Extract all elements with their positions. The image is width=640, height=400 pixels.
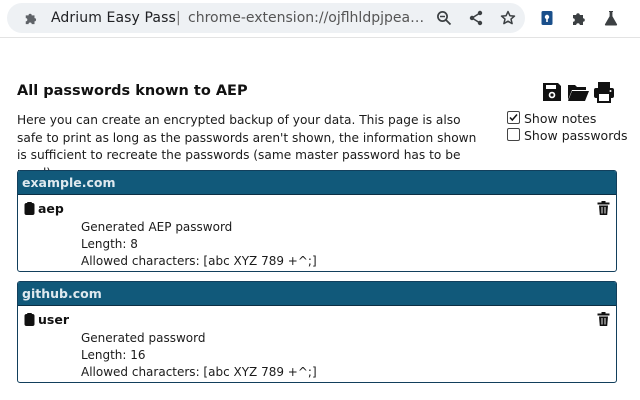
password-length: Length: 8	[81, 237, 138, 251]
flask-icon[interactable]	[603, 10, 619, 26]
print-icon[interactable]	[593, 81, 615, 103]
extension-name: Adrium Easy Pass	[51, 10, 176, 26]
browser-toolbar: Adrium Easy Pass | chrome-extension://oj…	[0, 0, 640, 38]
site-group-github: github.com user Generated password Lengt…	[17, 281, 617, 383]
url-text[interactable]: chrome-extension://ojflhldpjpeaggfoo…	[188, 10, 432, 26]
allowed-characters: Allowed characters: [abc XYZ 789 +^;]	[81, 365, 317, 379]
password-length: Length: 16	[81, 348, 146, 362]
password-details: Generated AEP password Length: 8 Allowed…	[81, 219, 317, 270]
site-group-example: example.com aep Generated AEP password L…	[17, 170, 617, 272]
show-passwords-checkbox[interactable]	[507, 128, 520, 141]
site-header[interactable]: github.com	[18, 282, 616, 305]
url-separator: |	[176, 10, 181, 26]
show-passwords-label: Show passwords	[524, 128, 628, 143]
checkmark-icon	[509, 114, 518, 122]
allowed-characters: Allowed characters: [abc XYZ 789 +^;]	[81, 254, 317, 268]
show-notes-option[interactable]: Show notes	[507, 111, 596, 126]
zoom-icon[interactable]	[436, 10, 452, 26]
delete-icon[interactable]	[597, 312, 610, 326]
user-name: user	[38, 312, 69, 327]
aep-extension-icon[interactable]	[539, 10, 555, 26]
share-icon[interactable]	[468, 10, 484, 26]
show-notes-label: Show notes	[524, 111, 597, 126]
site-entry: user Generated password Length: 16 Allow…	[18, 305, 616, 382]
bookmark-star-icon[interactable]	[500, 10, 516, 26]
user-entry[interactable]: aep	[24, 201, 64, 216]
show-notes-checkbox[interactable]	[507, 111, 520, 124]
save-icon[interactable]	[541, 81, 563, 103]
password-icon	[24, 313, 35, 326]
delete-icon[interactable]	[597, 201, 610, 215]
page-title: All passwords known to AEP	[17, 83, 248, 99]
password-details: Generated password Length: 16 Allowed ch…	[81, 330, 317, 381]
show-passwords-option[interactable]: Show passwords	[507, 128, 628, 143]
site-header[interactable]: example.com	[18, 171, 616, 194]
open-folder-icon[interactable]	[567, 81, 589, 103]
password-type: Generated AEP password	[81, 220, 233, 234]
site-entry: aep Generated AEP password Length: 8 All…	[18, 194, 616, 271]
password-type: Generated password	[81, 331, 206, 345]
user-name: aep	[38, 201, 64, 216]
address-bar[interactable]: Adrium Easy Pass | chrome-extension://oj…	[7, 3, 525, 33]
extensions-puzzle-icon[interactable]	[571, 10, 587, 26]
user-entry[interactable]: user	[24, 312, 69, 327]
puzzle-piece-icon	[25, 13, 37, 25]
password-icon	[24, 202, 35, 215]
